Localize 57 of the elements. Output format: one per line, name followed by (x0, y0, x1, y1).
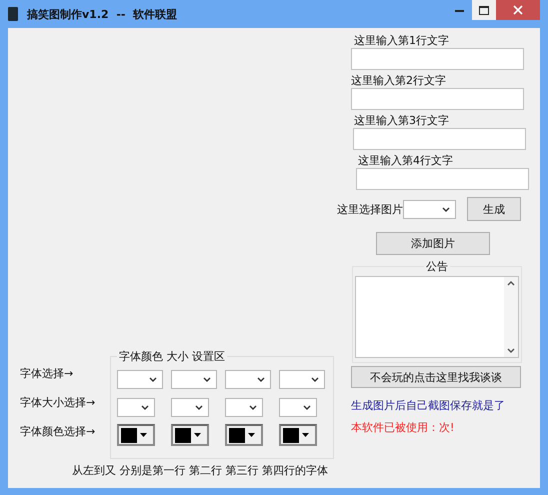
generate-button[interactable]: 生成 (467, 197, 521, 221)
caret-icon (302, 433, 309, 437)
row-label: 字体大小选择→ (20, 395, 96, 411)
row-label: 字体颜色选择→ (20, 424, 96, 440)
dropdown[interactable] (225, 370, 271, 388)
close-button[interactable] (496, 0, 540, 20)
dropdown[interactable] (225, 398, 263, 416)
text-input-field[interactable] (356, 168, 529, 190)
caret-icon (140, 433, 147, 437)
chevron-icon (203, 376, 211, 382)
image-dropdown[interactable] (403, 200, 456, 218)
help-button[interactable]: 不会玩的点击这里找我谈谈 (351, 366, 521, 388)
usage-counter-text: 本软件已被使用：次! (351, 420, 456, 435)
text-input-field[interactable] (351, 48, 524, 70)
caret-icon (248, 433, 255, 437)
group-title: 字体颜色 大小 设置区 (118, 349, 226, 364)
chevron-icon (442, 206, 450, 212)
minimize-icon (454, 8, 464, 12)
group-title: 公告 (425, 259, 449, 274)
row-label: 字体选择→ (20, 366, 74, 382)
dropdown[interactable] (117, 370, 163, 388)
dropdown[interactable] (171, 370, 217, 388)
caret-icon (194, 433, 201, 437)
info-text: 生成图片后自己截图保存就是了 (351, 398, 506, 413)
field-label: 这里选择图片 (337, 202, 403, 216)
chevron-icon (311, 376, 319, 382)
dropdown[interactable] (279, 370, 325, 388)
window-title: 搞笑图制作v1.2 -- 软件联盟 (27, 6, 178, 22)
chevron-icon (149, 376, 157, 382)
scroll-down-icon (507, 348, 515, 353)
hint-text: 从左到又 分别是第一行 第二行 第三行 第四行的字体 (71, 463, 329, 478)
field-label: 这里输入第1行文字 (353, 33, 450, 48)
scroll-up-icon (507, 281, 515, 286)
field-label: 这里输入第4行文字 (357, 153, 454, 168)
text-input-field[interactable] (351, 88, 524, 110)
dropdown[interactable] (171, 398, 209, 416)
field-label: 这里输入第2行文字 (351, 73, 447, 88)
text-input-field[interactable] (353, 128, 526, 150)
color-picker[interactable] (117, 424, 155, 446)
close-icon (513, 5, 523, 15)
dropdown[interactable] (279, 398, 317, 416)
maximize-button[interactable] (472, 0, 496, 20)
app-icon (8, 7, 18, 21)
scrollbar[interactable] (504, 277, 518, 357)
color-picker[interactable] (225, 424, 263, 446)
notice-text-area[interactable] (355, 276, 519, 358)
chevron-icon (141, 404, 149, 410)
color-picker[interactable] (171, 424, 209, 446)
chevron-icon (195, 404, 203, 410)
dropdown[interactable] (117, 398, 155, 416)
chevron-icon (303, 404, 311, 410)
chevron-icon (249, 404, 257, 410)
field-label: 这里输入第3行文字 (353, 113, 450, 128)
maximize-icon (479, 6, 489, 14)
add-image-button[interactable]: 添加图片 (376, 232, 490, 255)
color-picker[interactable] (279, 424, 317, 446)
chevron-icon (257, 376, 265, 382)
